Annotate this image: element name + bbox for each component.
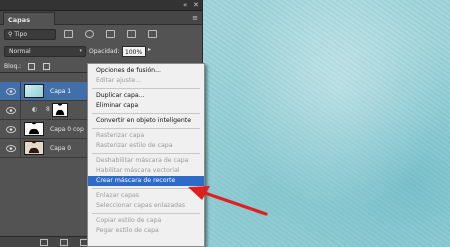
filter-pixel-icon[interactable] [64, 30, 73, 38]
menu-item[interactable]: Convertir en objeto inteligente [88, 116, 204, 126]
layer-thumbnail [24, 119, 44, 136]
lock-label: Bloq.: [4, 63, 22, 70]
layer-name: Capa 0 cop [50, 126, 84, 133]
visibility-eye-icon[interactable] [6, 126, 16, 133]
divider [20, 139, 21, 158]
divider [20, 120, 21, 139]
filter-shape-icon[interactable] [127, 30, 136, 38]
filter-smart-object-icon[interactable] [148, 30, 157, 38]
filter-adjustment-icon[interactable] [85, 30, 94, 38]
opacity-label: Opacidad: [89, 48, 120, 55]
menu-item[interactable]: Opciones de fusión... [88, 66, 204, 76]
adjustment-layer-icon: ◐ [32, 106, 38, 113]
layer-name: Capa 1 [50, 88, 72, 95]
menu-item: Editar ajuste... [96, 77, 142, 84]
close-icon[interactable]: ✕ [193, 1, 199, 9]
layer-thumbnail [24, 84, 44, 98]
search-icon: ⚲ [8, 31, 13, 38]
layer-thumbnail [24, 138, 44, 155]
silhouette-icon [55, 101, 65, 116]
menu-separator [88, 86, 204, 91]
opacity-input[interactable]: 100% [122, 46, 146, 57]
menu-item[interactable]: Eliminar capa [88, 101, 204, 111]
opacity-slider-arrow-icon[interactable]: ▸ [148, 46, 151, 53]
layer-mask-thumbnail[interactable] [52, 101, 68, 117]
menu-separator [88, 151, 204, 156]
link-layers-icon[interactable] [40, 239, 48, 246]
filter-type-icon[interactable] [106, 30, 115, 38]
silhouette-icon [28, 119, 40, 135]
filter-kind-select[interactable]: ⚲ Tipo [4, 29, 56, 40]
layer-name: Capa 0 [50, 145, 72, 152]
filter-row: ⚲ Tipo [0, 25, 202, 43]
tab-row: Capas ≡ [0, 11, 202, 25]
menu-separator [88, 126, 204, 131]
portrait-photo-icon [28, 138, 40, 154]
blend-mode-value: Normal [9, 48, 31, 55]
divider [20, 101, 21, 120]
menu-item: Rasterizar capa [96, 132, 145, 139]
divider [20, 82, 21, 101]
menu-item: Pegar estilo de capa [96, 227, 159, 234]
panel-menu-icon[interactable]: ≡ [192, 14, 198, 22]
link-chain-icon: 8 [46, 106, 50, 113]
menu-item: Habilitar máscara vectorial [96, 167, 180, 174]
filter-icons [64, 30, 157, 38]
menu-separator [88, 111, 204, 116]
red-arrow-annotation [188, 186, 268, 216]
fx-icon[interactable] [60, 239, 68, 246]
filter-kind-label: Tipo [14, 31, 28, 38]
collapse-icon[interactable]: « [183, 1, 187, 9]
tab-capas[interactable]: Capas [3, 12, 55, 25]
visibility-eye-icon[interactable] [6, 145, 16, 152]
chevron-down-icon: ▾ [79, 48, 82, 54]
panel-titlebar[interactable]: « ✕ [0, 0, 202, 11]
visibility-eye-icon[interactable] [6, 88, 16, 95]
blend-mode-select[interactable]: Normal ▾ [4, 46, 86, 57]
menu-item: Rasterizar estilo de capa [96, 142, 173, 149]
lock-icons [28, 63, 50, 70]
menu-item: Deshabilitar máscara de capa [96, 157, 189, 164]
visibility-eye-icon[interactable] [6, 107, 16, 114]
blend-row: Normal ▾ Opacidad: 100% ▸ [0, 43, 202, 59]
lock-pixels-icon[interactable] [43, 63, 50, 70]
lock-transparency-icon[interactable] [28, 63, 35, 70]
menu-item[interactable]: Duplicar capa... [88, 91, 204, 101]
